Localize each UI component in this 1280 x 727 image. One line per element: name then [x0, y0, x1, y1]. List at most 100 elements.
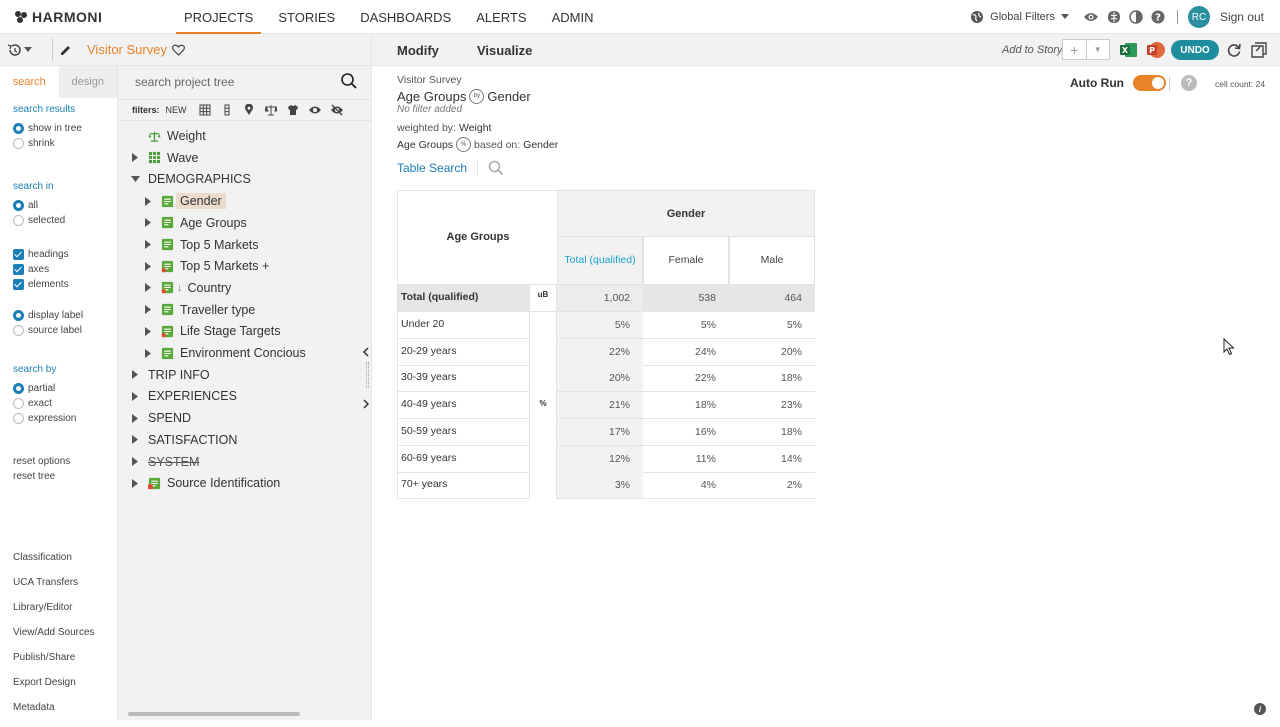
column-header-female[interactable]: Female [643, 237, 729, 285]
cell-total-male[interactable]: 464 [729, 285, 815, 311]
tree-node-satisfaction[interactable]: SATISFACTION [130, 430, 237, 450]
radio-all[interactable]: all [13, 198, 65, 213]
tab-design[interactable]: design [58, 66, 117, 98]
tree-node-demographics[interactable]: DEMOGRAPHICS [130, 169, 251, 189]
cell-total-total[interactable]: 1,002 [557, 285, 643, 311]
tree-node-wave[interactable]: Wave [130, 148, 199, 168]
cell-total[interactable]: 3% [557, 472, 643, 499]
collapse-left-icon[interactable] [362, 346, 370, 360]
caret-right-icon[interactable] [143, 196, 153, 206]
history-dropdown[interactable] [6, 41, 44, 59]
brain-icon[interactable] [1107, 10, 1121, 24]
radio-display-label[interactable]: display label [13, 308, 83, 323]
tree-node-source-identification[interactable]: Source Identification [130, 473, 280, 493]
link-uca-transfers[interactable]: UCA Transfers [13, 577, 95, 602]
balance-scale-icon[interactable] [263, 102, 279, 118]
radio-partial[interactable]: partial [13, 381, 76, 396]
caret-right-icon[interactable] [143, 240, 153, 250]
undo-button[interactable]: UNDO [1171, 40, 1219, 60]
cell-female[interactable]: 24% [643, 339, 729, 365]
cell-total[interactable]: 12% [557, 445, 643, 472]
reset-tree-link[interactable]: reset tree [13, 471, 70, 486]
caret-right-icon[interactable] [143, 283, 153, 293]
grid-filter-icon[interactable] [197, 102, 213, 118]
tree-node-life-stage-targets[interactable]: Life Stage Targets [143, 321, 281, 341]
tab-search[interactable]: search [0, 66, 59, 98]
popout-icon[interactable] [1251, 42, 1267, 61]
tree-node-country[interactable]: ↓ Country [143, 278, 231, 298]
caret-right-icon[interactable] [130, 478, 140, 488]
shirt-icon[interactable] [285, 102, 301, 118]
caret-right-icon[interactable] [130, 435, 140, 445]
cell-female[interactable]: 18% [643, 392, 729, 418]
plus-icon[interactable]: + [1063, 40, 1086, 59]
cell-male[interactable]: 20% [729, 339, 815, 365]
caret-right-icon[interactable] [130, 413, 140, 423]
heart-icon[interactable] [171, 44, 185, 56]
eye-hide-icon[interactable] [329, 102, 345, 118]
tree-node-top-5-markets[interactable]: Top 5 Markets [143, 235, 259, 255]
radio-exact[interactable]: exact [13, 396, 76, 411]
collapse-right-icon[interactable] [362, 398, 370, 412]
tree-node-environment-concious[interactable]: Environment Concious [143, 343, 306, 363]
checkbox-headings[interactable]: headings [13, 247, 69, 262]
caret-down-icon[interactable] [130, 174, 140, 184]
cell-female[interactable]: 5% [643, 312, 729, 338]
powerpoint-export-icon[interactable]: P [1147, 41, 1165, 62]
tree-node-trip-info[interactable]: TRIP INFO [130, 365, 210, 385]
caret-right-icon[interactable] [130, 370, 140, 380]
sign-out-link[interactable]: Sign out [1220, 10, 1264, 24]
add-to-story-control[interactable]: + ▼ [1062, 39, 1110, 60]
column-variable-header[interactable]: Gender [557, 190, 815, 237]
cell-male[interactable]: 2% [729, 472, 815, 498]
cell-female[interactable]: 4% [643, 472, 729, 498]
tree-node-weight[interactable]: Weight [148, 126, 206, 146]
excel-export-icon[interactable]: X [1120, 42, 1138, 61]
radio-source-label[interactable]: source label [13, 323, 83, 338]
nav-tab-stories[interactable]: STORIES [270, 0, 343, 34]
table-search-link[interactable]: Table Search [397, 161, 467, 175]
user-avatar[interactable]: RC [1187, 6, 1210, 28]
tree-horizontal-scrollbar[interactable] [122, 712, 362, 716]
cell-male[interactable]: 14% [729, 446, 815, 472]
cell-total[interactable]: 20% [557, 365, 643, 392]
tree-node-experiences[interactable]: EXPERIENCES [130, 386, 237, 406]
eye-icon[interactable] [1083, 11, 1099, 23]
caret-right-icon[interactable] [143, 326, 153, 336]
tab-visualize[interactable]: Visualize [477, 43, 532, 58]
checkbox-axes[interactable]: axes [13, 262, 69, 277]
caret-right-icon[interactable] [130, 153, 140, 163]
nav-tab-projects[interactable]: PROJECTS [176, 0, 262, 34]
filter-new-button[interactable]: NEW [166, 105, 187, 115]
tab-modify[interactable]: Modify [397, 43, 439, 58]
radio-expression[interactable]: expression [13, 411, 76, 426]
refresh-icon[interactable] [1226, 42, 1242, 61]
scrollbar-thumb[interactable] [128, 712, 300, 716]
cell-total[interactable]: 5% [557, 312, 643, 338]
cell-male[interactable]: 18% [729, 365, 815, 391]
cell-total[interactable]: 22% [557, 338, 643, 365]
tree-node-spend[interactable]: SPEND [130, 408, 191, 428]
cell-female[interactable]: 16% [643, 419, 729, 445]
chevron-down-icon[interactable]: ▼ [1085, 40, 1110, 59]
column-header-male[interactable]: Male [729, 237, 815, 285]
tree-node-top-5-markets[interactable]: Top 5 Markets + [143, 256, 269, 276]
help-icon[interactable]: ? [1181, 75, 1197, 91]
global-filters-dropdown[interactable]: Global Filters [970, 10, 1069, 24]
nav-tab-admin[interactable]: ADMIN [544, 0, 602, 34]
contrast-icon[interactable] [1129, 10, 1143, 24]
harmoni-logo[interactable]: HARMONI [14, 9, 102, 25]
cell-male[interactable]: 5% [729, 312, 815, 338]
tree-node-gender[interactable]: Gender [143, 191, 226, 211]
caret-right-icon[interactable] [130, 391, 140, 401]
cell-total[interactable]: 17% [557, 418, 643, 445]
caret-right-icon[interactable] [130, 457, 140, 467]
row-variable-title[interactable]: Age Groups [398, 231, 558, 243]
panel-resize-grip[interactable] [366, 362, 369, 388]
eye-show-icon[interactable] [307, 102, 323, 118]
map-pin-icon[interactable] [241, 102, 257, 118]
tree-node-age-groups[interactable]: Age Groups [143, 213, 247, 233]
auto-run-toggle[interactable] [1132, 75, 1166, 91]
search-icon[interactable] [488, 160, 504, 176]
nav-tab-dashboards[interactable]: DASHBOARDS [352, 0, 459, 34]
